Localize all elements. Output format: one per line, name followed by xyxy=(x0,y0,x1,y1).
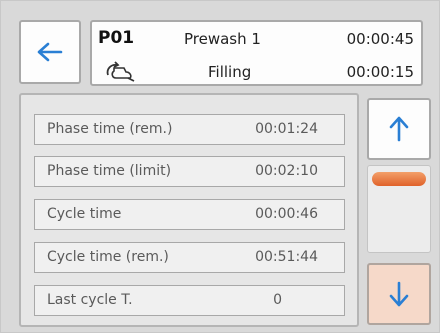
row-label: Cycle time (rem.) xyxy=(47,249,169,265)
row-label: Last cycle T. xyxy=(47,292,133,308)
list-item: Cycle time (rem.) 00:51:44 xyxy=(34,242,345,273)
row-value: 00:00:46 xyxy=(255,206,318,222)
list-item: Last cycle T. 0 xyxy=(34,285,345,316)
arrow-down-icon xyxy=(389,281,409,307)
arrow-up-icon xyxy=(389,116,409,142)
program-info-header: P01 Prewash 1 00:00:45 Filling 00:00:15 xyxy=(90,20,423,86)
row-value: 00:51:44 xyxy=(255,249,318,265)
row-value: 00:01:24 xyxy=(255,121,318,137)
row-value: 00:02:10 xyxy=(255,163,318,179)
status-elapsed-time: 00:00:15 xyxy=(346,63,414,81)
phase-elapsed-time: 00:00:45 xyxy=(346,30,414,48)
row-value: 0 xyxy=(273,292,282,308)
back-button[interactable] xyxy=(19,20,81,84)
scrollbar-track[interactable] xyxy=(367,165,431,253)
row-label: Cycle time xyxy=(47,206,122,222)
row-label: Phase time (limit) xyxy=(47,163,172,179)
arrow-left-icon xyxy=(37,42,63,62)
scroll-up-button[interactable] xyxy=(367,98,431,160)
scroll-down-button[interactable] xyxy=(367,263,431,325)
list-item: Phase time (limit) 00:02:10 xyxy=(34,156,345,187)
list-item: Phase time (rem.) 00:01:24 xyxy=(34,114,345,145)
list-item: Cycle time 00:00:46 xyxy=(34,199,345,230)
program-code: P01 xyxy=(98,28,135,48)
phase-name: Prewash 1 xyxy=(184,30,261,48)
row-label: Phase time (rem.) xyxy=(47,121,173,137)
time-info-list: Phase time (rem.) 00:01:24 Phase time (l… xyxy=(19,93,359,327)
status-text: Filling xyxy=(208,63,252,81)
machine-status-screen: P01 Prewash 1 00:00:45 Filling 00:00:15 … xyxy=(0,0,440,333)
filling-wash-icon xyxy=(104,60,138,86)
scrollbar-thumb[interactable] xyxy=(372,172,426,186)
